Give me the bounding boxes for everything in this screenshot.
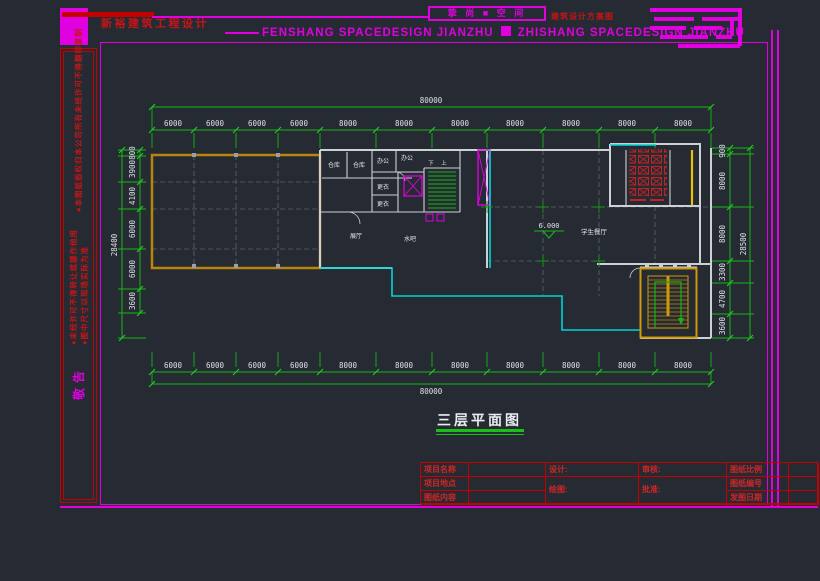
svg-text:8000: 8000 bbox=[339, 361, 358, 370]
svg-text:3300: 3300 bbox=[718, 262, 727, 281]
room-changing-2: 更衣 bbox=[377, 200, 389, 208]
svg-text:8000: 8000 bbox=[395, 361, 414, 370]
tb-approve-label: 批准: bbox=[639, 477, 727, 505]
svg-text:6000: 6000 bbox=[206, 119, 225, 128]
right-staircase bbox=[641, 269, 697, 338]
svg-text:28500: 28500 bbox=[739, 232, 748, 255]
central-stair bbox=[404, 172, 456, 221]
room-storage-2: 仓库 bbox=[353, 161, 365, 169]
svg-text:6000: 6000 bbox=[290, 119, 309, 128]
escalator-block bbox=[629, 149, 667, 200]
tb-project-site-value bbox=[469, 477, 546, 491]
elevation-value: 6.000 bbox=[538, 222, 559, 230]
title-underline-thick bbox=[436, 429, 524, 432]
svg-text:8000: 8000 bbox=[562, 361, 581, 370]
title-block: 项目名称 设计: 审核: 图纸比例 项目地点 绘图: 批准: 图纸编号 图纸内容… bbox=[420, 462, 818, 504]
svg-text:8000: 8000 bbox=[506, 361, 525, 370]
svg-text:6000: 6000 bbox=[290, 361, 309, 370]
svg-text:6000: 6000 bbox=[128, 259, 137, 278]
tb-number-label: 图纸编号 bbox=[727, 477, 789, 491]
dimension-lines bbox=[118, 104, 754, 387]
tb-review-label: 审核: bbox=[639, 463, 727, 477]
svg-text:3900: 3900 bbox=[128, 159, 137, 178]
svg-text:6000: 6000 bbox=[164, 361, 183, 370]
svg-text:4700: 4700 bbox=[718, 289, 727, 308]
svg-text:8000: 8000 bbox=[451, 361, 470, 370]
tb-content-label: 图纸内容 bbox=[421, 491, 469, 505]
svg-text:6000: 6000 bbox=[164, 119, 183, 128]
tb-project-name-value bbox=[469, 463, 546, 477]
svg-text:6000: 6000 bbox=[248, 361, 267, 370]
svg-text:28400: 28400 bbox=[110, 233, 119, 256]
stair-down-label: 下 bbox=[428, 160, 434, 167]
tb-scale-value bbox=[789, 463, 819, 477]
svg-text:8000: 8000 bbox=[395, 119, 414, 128]
room-dining: 学生餐厅 bbox=[581, 227, 608, 236]
tb-project-name-label: 项目名称 bbox=[421, 463, 469, 477]
dimension-labels: 80000 6000 6000 6000 6000 8000 8000 8000… bbox=[110, 96, 748, 396]
drawing-title: 三层平面图 bbox=[437, 410, 522, 430]
svg-text:6000: 6000 bbox=[128, 219, 137, 238]
room-hall: 展厅 bbox=[350, 233, 362, 240]
svg-text:4100: 4100 bbox=[128, 186, 137, 205]
svg-text:8000: 8000 bbox=[451, 119, 470, 128]
tb-number-value bbox=[789, 477, 819, 491]
tb-project-site-label: 项目地点 bbox=[421, 477, 469, 491]
room-labels: 仓库 仓库 办公 办公 更衣 更衣 展厅 水吧 学生餐厅 下 上 bbox=[328, 154, 608, 243]
svg-text:80000: 80000 bbox=[420, 96, 443, 105]
tb-content-value bbox=[469, 491, 546, 505]
svg-text:8000: 8000 bbox=[618, 361, 637, 370]
svg-text:8000: 8000 bbox=[339, 119, 358, 128]
svg-text:3600: 3600 bbox=[128, 291, 137, 310]
svg-text:8000: 8000 bbox=[674, 361, 693, 370]
svg-text:800: 800 bbox=[128, 146, 137, 160]
room-office-1: 办公 bbox=[377, 157, 389, 165]
svg-text:8000: 8000 bbox=[674, 119, 693, 128]
tb-date-value bbox=[789, 491, 819, 505]
room-office-2: 办公 bbox=[401, 154, 413, 162]
title-underline-thin bbox=[436, 434, 524, 435]
svg-text:80000: 80000 bbox=[420, 387, 443, 396]
room-changing-1: 更衣 bbox=[377, 183, 389, 191]
svg-text:6000: 6000 bbox=[206, 361, 225, 370]
room-storage-1: 仓库 bbox=[328, 161, 340, 169]
elevation-marker: 6.000 bbox=[534, 222, 564, 238]
svg-text:8000: 8000 bbox=[562, 119, 581, 128]
room-bar: 水吧 bbox=[404, 235, 416, 243]
stair-up-label: 上 bbox=[441, 159, 447, 167]
column-markers bbox=[192, 153, 280, 268]
tb-draw-label: 绘图: bbox=[546, 477, 639, 505]
svg-text:6000: 6000 bbox=[248, 119, 267, 128]
svg-text:8000: 8000 bbox=[618, 119, 637, 128]
tb-scale-label: 图纸比例 bbox=[727, 463, 789, 477]
svg-text:8000: 8000 bbox=[506, 119, 525, 128]
tb-design-label: 设计: bbox=[546, 463, 639, 477]
svg-text:900: 900 bbox=[718, 144, 727, 158]
svg-text:3600: 3600 bbox=[718, 316, 727, 335]
svg-text:8000: 8000 bbox=[718, 171, 727, 190]
svg-text:8000: 8000 bbox=[718, 224, 727, 243]
tb-date-label: 发图日期 bbox=[727, 491, 789, 505]
cad-canvas[interactable]: 新裕建筑工程设计 挚 尚 ■ 空 间 建筑设计方案图 FENSHANG SPAC… bbox=[0, 0, 820, 581]
